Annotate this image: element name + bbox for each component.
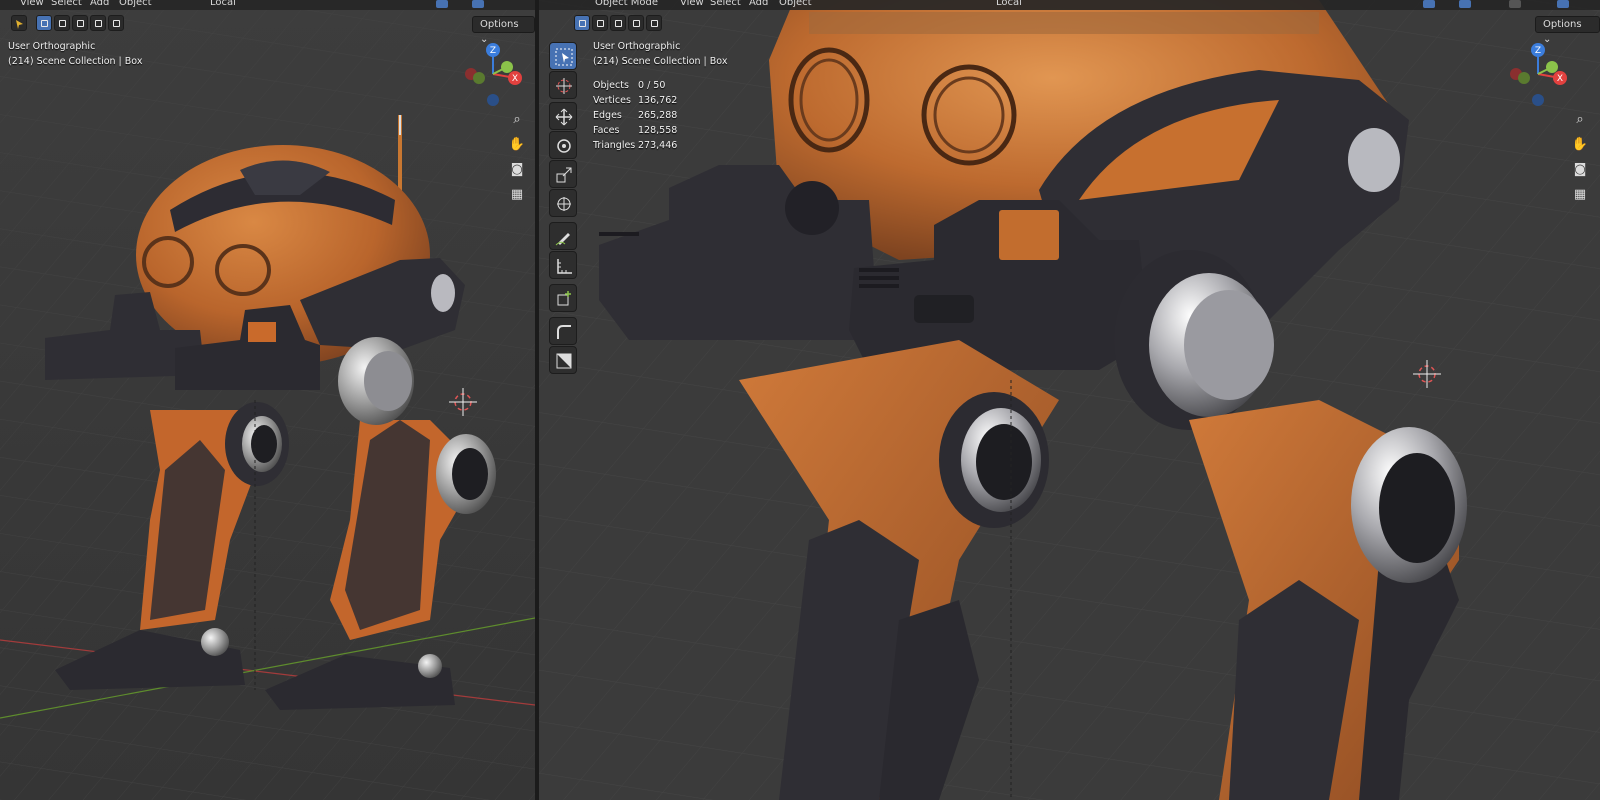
grid-icon[interactable]: ▦: [506, 184, 528, 206]
tool-measure[interactable]: [549, 251, 577, 279]
gizmo-z-label: Z: [490, 46, 496, 56]
stat-faces: Faces 128,558: [593, 123, 703, 138]
navigation-gizmo[interactable]: Z X: [463, 42, 523, 112]
select-new-button[interactable]: [574, 15, 590, 31]
menu-object[interactable]: Object: [779, 0, 812, 8]
stat-vertices: Vertices 136,762: [593, 93, 703, 108]
stat-edges: Edges 265,288: [593, 108, 703, 123]
stat-label: Edges: [593, 110, 622, 121]
camera-icon[interactable]: ◙: [1569, 159, 1591, 181]
pan-hand-icon[interactable]: ✋: [1569, 134, 1591, 156]
tool-transform[interactable]: [549, 189, 577, 217]
gizmo-z-label: Z: [1535, 46, 1541, 56]
shading-rendered-icon[interactable]: [1557, 0, 1569, 8]
select-extend-button[interactable]: [592, 15, 608, 31]
zoom-icon[interactable]: ⌕: [506, 109, 528, 131]
proportional-edit-icon[interactable]: [1459, 0, 1471, 8]
stat-value: 128,558: [638, 125, 678, 136]
navigation-gizmo[interactable]: Z X: [1508, 42, 1568, 112]
tool-bevel[interactable]: [549, 346, 577, 374]
right-3d-viewport[interactable]: Object Mode View Select Add Object Local…: [539, 0, 1600, 800]
shading-solid-icon[interactable]: [1509, 0, 1521, 8]
stat-triangles: Triangles 273,446: [593, 138, 703, 153]
stat-value: 0 / 50: [638, 80, 666, 91]
view-name: User Orthographic: [593, 41, 681, 52]
gizmo-x-label: X: [1557, 74, 1563, 84]
stat-label: Objects: [593, 80, 629, 91]
select-extend-button[interactable]: [54, 15, 70, 31]
tool-rotate[interactable]: [549, 131, 577, 159]
select-intersect-button[interactable]: [108, 15, 124, 31]
viewport-header: Object Mode View Select Add Object Local: [539, 0, 1600, 10]
select-invert-button[interactable]: [90, 15, 106, 31]
transform-orientation-dropdown[interactable]: Local: [996, 0, 1022, 8]
stat-label: Vertices: [593, 95, 631, 106]
stat-objects: Objects 0 / 50: [593, 78, 703, 93]
tool-annotate[interactable]: [549, 222, 577, 250]
tool-scale[interactable]: [549, 160, 577, 188]
select-box-icon[interactable]: [11, 15, 27, 31]
select-subtract-button[interactable]: [610, 15, 626, 31]
select-new-button[interactable]: [36, 15, 52, 31]
tool-cursor[interactable]: [549, 71, 577, 99]
statistics-overlay: Objects 0 / 50 Vertices 136,762 Edges 265,2…: [593, 78, 703, 153]
menu-object[interactable]: Object: [119, 0, 152, 8]
tool-select-box[interactable]: [549, 42, 577, 70]
grid-icon[interactable]: ▦: [1569, 184, 1591, 206]
left-robot-render: [0, 0, 535, 800]
camera-icon[interactable]: ◙: [506, 159, 528, 181]
menu-add[interactable]: Add: [749, 0, 768, 8]
viewport-header: View Select Add Object Local: [0, 0, 535, 10]
options-label: Options: [480, 19, 519, 30]
zoom-icon[interactable]: ⌕: [1569, 109, 1591, 131]
collection-label: (214) Scene Collection | Box: [8, 56, 143, 67]
collection-label: (214) Scene Collection | Box: [593, 56, 728, 67]
view-name: User Orthographic: [8, 41, 96, 52]
gizmo-x-label: X: [512, 74, 518, 84]
select-subtract-button[interactable]: [72, 15, 88, 31]
snap-icon[interactable]: [436, 0, 448, 8]
options-label: Options: [1543, 19, 1582, 30]
tool-add-cube[interactable]: [549, 284, 577, 312]
tool-move[interactable]: [549, 102, 577, 130]
options-dropdown[interactable]: Options ⌄: [1535, 16, 1600, 45]
select-intersect-button[interactable]: [646, 15, 662, 31]
left-3d-viewport[interactable]: View Select Add Object Local Options ⌄ U…: [0, 0, 535, 800]
menu-select[interactable]: Select: [51, 0, 82, 8]
menu-add[interactable]: Add: [90, 0, 109, 8]
stat-value: 136,762: [638, 95, 678, 106]
mode-dropdown[interactable]: Object Mode: [595, 0, 658, 8]
stat-value: 265,288: [638, 110, 678, 121]
menu-select[interactable]: Select: [710, 0, 741, 8]
stat-label: Faces: [593, 125, 620, 136]
pan-hand-icon[interactable]: ✋: [506, 134, 528, 156]
select-invert-button[interactable]: [628, 15, 644, 31]
proportional-edit-icon[interactable]: [472, 0, 484, 8]
snap-icon[interactable]: [1423, 0, 1435, 8]
options-dropdown[interactable]: Options ⌄: [472, 16, 535, 45]
stat-value: 273,446: [638, 140, 678, 151]
stat-label: Triangles: [593, 140, 636, 151]
tool-shear[interactable]: [549, 317, 577, 345]
transform-orientation-dropdown[interactable]: Local: [210, 0, 236, 8]
menu-view[interactable]: View: [680, 0, 704, 8]
menu-view[interactable]: View: [20, 0, 44, 8]
